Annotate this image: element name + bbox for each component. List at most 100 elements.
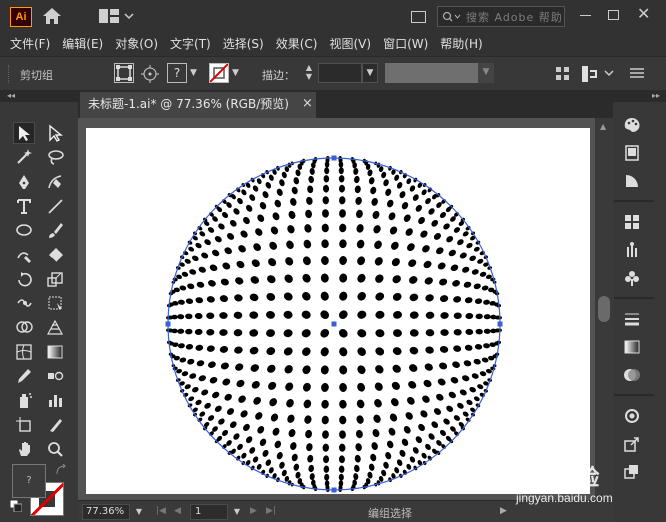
chevron-down-icon[interactable]: ▼ xyxy=(190,68,197,78)
shaper-tool[interactable] xyxy=(13,244,35,266)
halftone-dot xyxy=(226,233,235,240)
chevron-down-icon[interactable]: ▼ xyxy=(132,504,146,520)
selection-tool[interactable] xyxy=(13,122,35,144)
halftone-dot xyxy=(483,299,490,305)
variable-width-profile[interactable] xyxy=(385,63,478,83)
scale-tool[interactable] xyxy=(44,268,66,290)
hand-tool[interactable] xyxy=(13,438,35,460)
menu-item[interactable]: 帮助(H) xyxy=(440,35,482,52)
chevron-down-icon[interactable]: ▼ xyxy=(232,68,239,78)
export-panel-button[interactable] xyxy=(617,433,647,455)
shape-builder-tool[interactable] xyxy=(13,316,35,338)
close-tab-button[interactable]: × xyxy=(302,92,313,116)
artboard-tool[interactable] xyxy=(13,414,35,436)
zoom-tool[interactable] xyxy=(44,438,66,460)
swap-colors-icon[interactable] xyxy=(55,464,67,476)
default-colors-icon[interactable] xyxy=(10,500,22,512)
halftone-dot xyxy=(357,256,366,266)
zoom-level-input[interactable]: 77.36% xyxy=(82,504,130,520)
menu-item[interactable]: 文字(T) xyxy=(170,35,211,52)
artboard[interactable] xyxy=(86,128,590,494)
arrange-documents-icon[interactable] xyxy=(411,11,426,23)
column-graph-tool[interactable] xyxy=(44,389,66,411)
first-artboard-button[interactable]: |◀ xyxy=(156,506,166,516)
vertical-scrollbar[interactable]: ▲ xyxy=(595,118,613,500)
blend-tool[interactable] xyxy=(44,365,66,387)
pen-tool[interactable] xyxy=(13,171,35,193)
workspace-icon[interactable] xyxy=(99,9,119,23)
anchor-point[interactable] xyxy=(331,487,337,493)
eraser-tool[interactable] xyxy=(44,244,66,266)
chevron-down-icon[interactable]: ▼ xyxy=(478,63,494,83)
chevron-down-icon[interactable] xyxy=(124,12,134,20)
gradient-panel-button[interactable] xyxy=(617,336,647,358)
panel-menu-icon[interactable] xyxy=(630,67,644,79)
collapse-panel-button[interactable]: ◂◂ xyxy=(0,90,78,102)
maximize-button[interactable] xyxy=(608,10,619,20)
panel-grip[interactable] xyxy=(8,65,11,83)
lasso-tool[interactable] xyxy=(44,146,66,168)
search-input[interactable]: 搜索 Adobe 帮助 xyxy=(437,6,565,27)
anchor-point[interactable] xyxy=(331,155,337,161)
menu-item[interactable]: 视图(V) xyxy=(329,35,371,52)
menu-item[interactable]: 编辑(E) xyxy=(62,35,103,52)
type-tool[interactable] xyxy=(13,195,35,217)
color-panel-button[interactable] xyxy=(617,114,647,136)
fill-swatch-button[interactable]: ? xyxy=(167,63,187,83)
artboard-number-input[interactable]: 1 xyxy=(190,504,228,520)
menu-item[interactable]: 选择(S) xyxy=(223,35,264,52)
transparency-panel-button[interactable] xyxy=(617,364,647,386)
menu-item[interactable]: 窗口(W) xyxy=(383,35,428,52)
symbols-panel-button[interactable] xyxy=(617,211,647,233)
stroke-weight-input[interactable] xyxy=(318,63,362,83)
transform-panel-icon[interactable] xyxy=(580,65,600,83)
menu-item[interactable]: 效果(C) xyxy=(276,35,318,52)
target-icon[interactable] xyxy=(141,65,159,83)
next-artboard-button[interactable]: ▶ xyxy=(250,506,257,516)
slice-tool[interactable] xyxy=(44,414,66,436)
document-tab[interactable]: 未标题-1.ai* @ 77.36% (RGB/预览) × xyxy=(80,92,316,118)
appearance-panel-button[interactable] xyxy=(617,405,647,427)
color-guide-panel-button[interactable] xyxy=(617,170,647,192)
close-window-button[interactable]: ✕ xyxy=(637,4,650,23)
symbol-sprayer-tool[interactable] xyxy=(13,389,35,411)
halftone-sphere-artwork[interactable] xyxy=(86,128,590,494)
align-grid-icon[interactable] xyxy=(556,67,570,81)
stroke-swatch-button[interactable] xyxy=(209,63,229,83)
free-transform-tool[interactable] xyxy=(44,292,66,314)
swatches-panel-button[interactable] xyxy=(617,142,647,164)
anchor-point[interactable] xyxy=(331,321,337,327)
gradient-tool[interactable] xyxy=(44,341,66,363)
minimize-button[interactable] xyxy=(580,15,591,16)
club-panel-button[interactable] xyxy=(617,267,647,289)
paintbrush-tool[interactable] xyxy=(44,219,66,241)
rotate-tool[interactable] xyxy=(13,268,35,290)
stroke-panel-button[interactable] xyxy=(617,308,647,330)
menu-item[interactable]: 对象(O) xyxy=(115,35,158,52)
perspective-grid-tool[interactable] xyxy=(44,316,66,338)
menu-item[interactable]: 文件(F) xyxy=(10,35,50,52)
eyedropper-tool[interactable] xyxy=(13,365,35,387)
previous-artboard-button[interactable]: ◀ xyxy=(174,506,181,516)
scrollbar-thumb[interactable] xyxy=(598,296,610,322)
brushes-panel-button[interactable] xyxy=(617,239,647,261)
chevron-down-icon[interactable] xyxy=(604,69,614,77)
scroll-up-icon[interactable]: ▲ xyxy=(600,122,606,131)
last-artboard-button[interactable]: ▶| xyxy=(266,506,276,516)
anchor-point[interactable] xyxy=(497,321,503,327)
direct-selection-tool[interactable] xyxy=(44,122,66,144)
isolate-group-button[interactable] xyxy=(114,63,134,83)
chevron-down-icon[interactable]: ▼ xyxy=(230,504,244,520)
stroke-weight-dropdown[interactable]: ▼ xyxy=(362,63,378,83)
ellipse-tool[interactable] xyxy=(13,219,35,241)
collapse-right-panel-button[interactable]: ▸▸ xyxy=(613,90,666,102)
puppet-warp-tool[interactable] xyxy=(13,292,35,314)
canvas-area[interactable] xyxy=(78,118,595,500)
magic-wand-tool[interactable] xyxy=(13,146,35,168)
curvature-tool[interactable] xyxy=(44,171,66,193)
stroke-stepper[interactable]: ▲ ▼ xyxy=(302,63,316,83)
line-tool[interactable] xyxy=(44,195,66,217)
mesh-tool[interactable] xyxy=(13,341,35,363)
home-icon[interactable] xyxy=(42,7,62,25)
anchor-point[interactable] xyxy=(165,321,171,327)
